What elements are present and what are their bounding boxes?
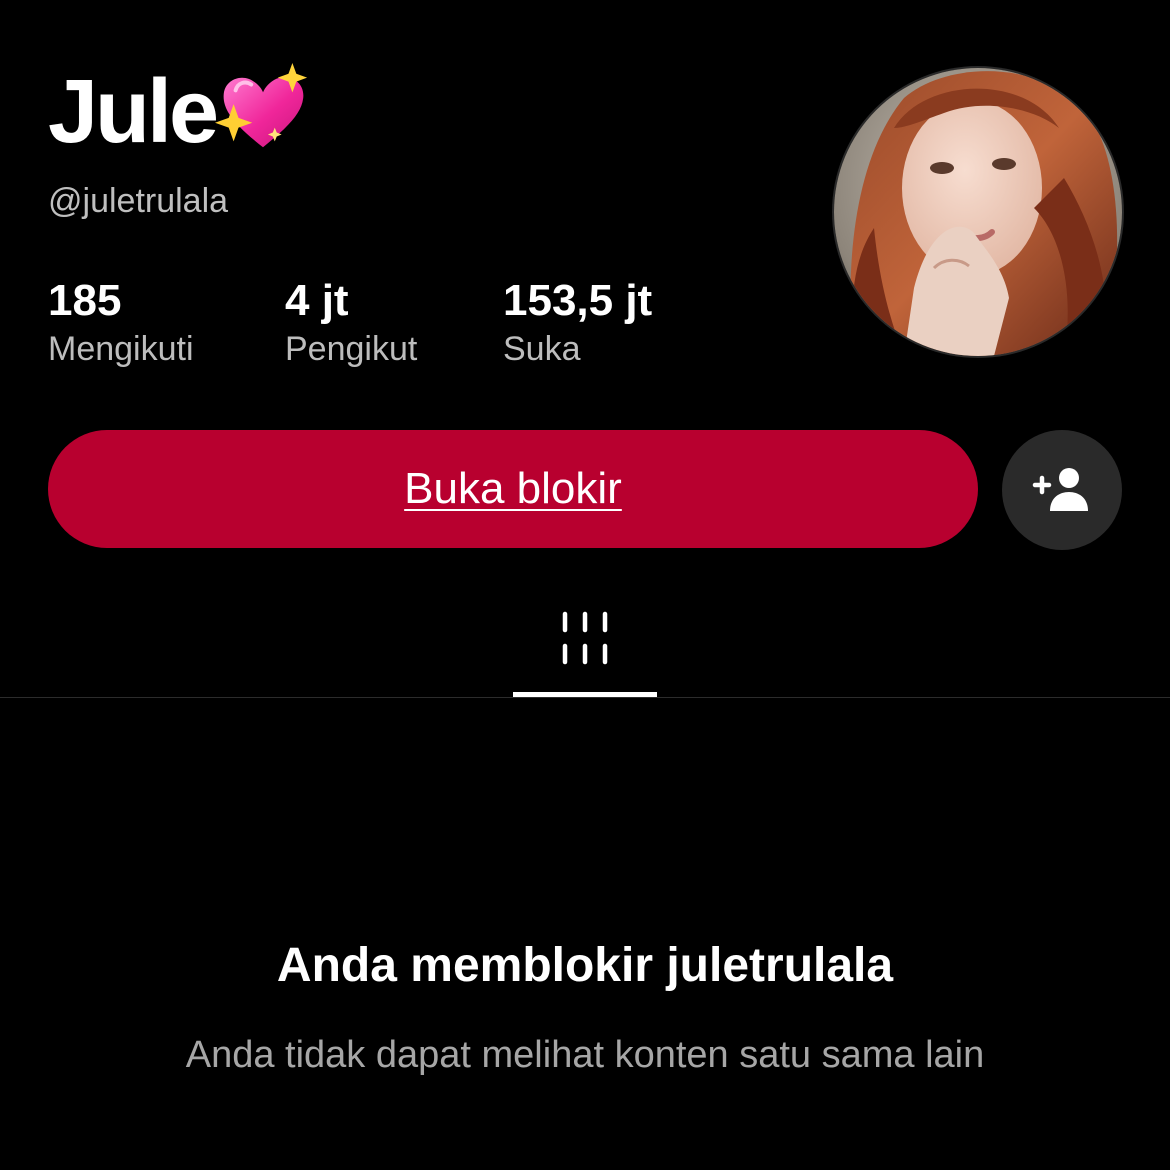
stat-followers-value: 4 jt xyxy=(285,276,349,325)
stat-followers-label: Pengikut xyxy=(285,330,418,368)
stat-following-label: Mengikuti xyxy=(48,330,194,368)
add-friend-button[interactable] xyxy=(1002,430,1122,550)
stat-followers[interactable]: 4 jt Pengikut xyxy=(285,276,417,370)
stat-likes-label: Suka xyxy=(503,330,581,368)
stat-following[interactable]: 185 Mengikuti xyxy=(48,276,194,370)
unblock-button-label: Buka blokir xyxy=(404,464,622,513)
profile-handle: @juletrulala xyxy=(48,182,229,220)
unblock-button[interactable]: Buka blokir xyxy=(48,430,978,548)
tab-videos[interactable] xyxy=(513,600,657,698)
stat-likes-value: 153,5 jt xyxy=(503,276,653,325)
sparkling-heart-icon xyxy=(215,62,308,148)
blocked-message-title: Anda memblokir juletrulala xyxy=(276,939,894,992)
avatar[interactable] xyxy=(834,68,1122,356)
blocked-message-subtitle: Anda tidak dapat melihat konten satu sam… xyxy=(185,1034,985,1076)
stat-following-value: 185 xyxy=(48,276,122,325)
add-friend-icon xyxy=(1032,468,1088,511)
profile-display-name: Jule xyxy=(48,62,312,162)
display-name-text: Jule xyxy=(48,62,219,162)
tab-divider xyxy=(0,697,1170,698)
grid-icon xyxy=(562,611,608,665)
stat-likes[interactable]: 153,5 jt Suka xyxy=(503,276,652,370)
profile-photo xyxy=(834,68,1122,356)
